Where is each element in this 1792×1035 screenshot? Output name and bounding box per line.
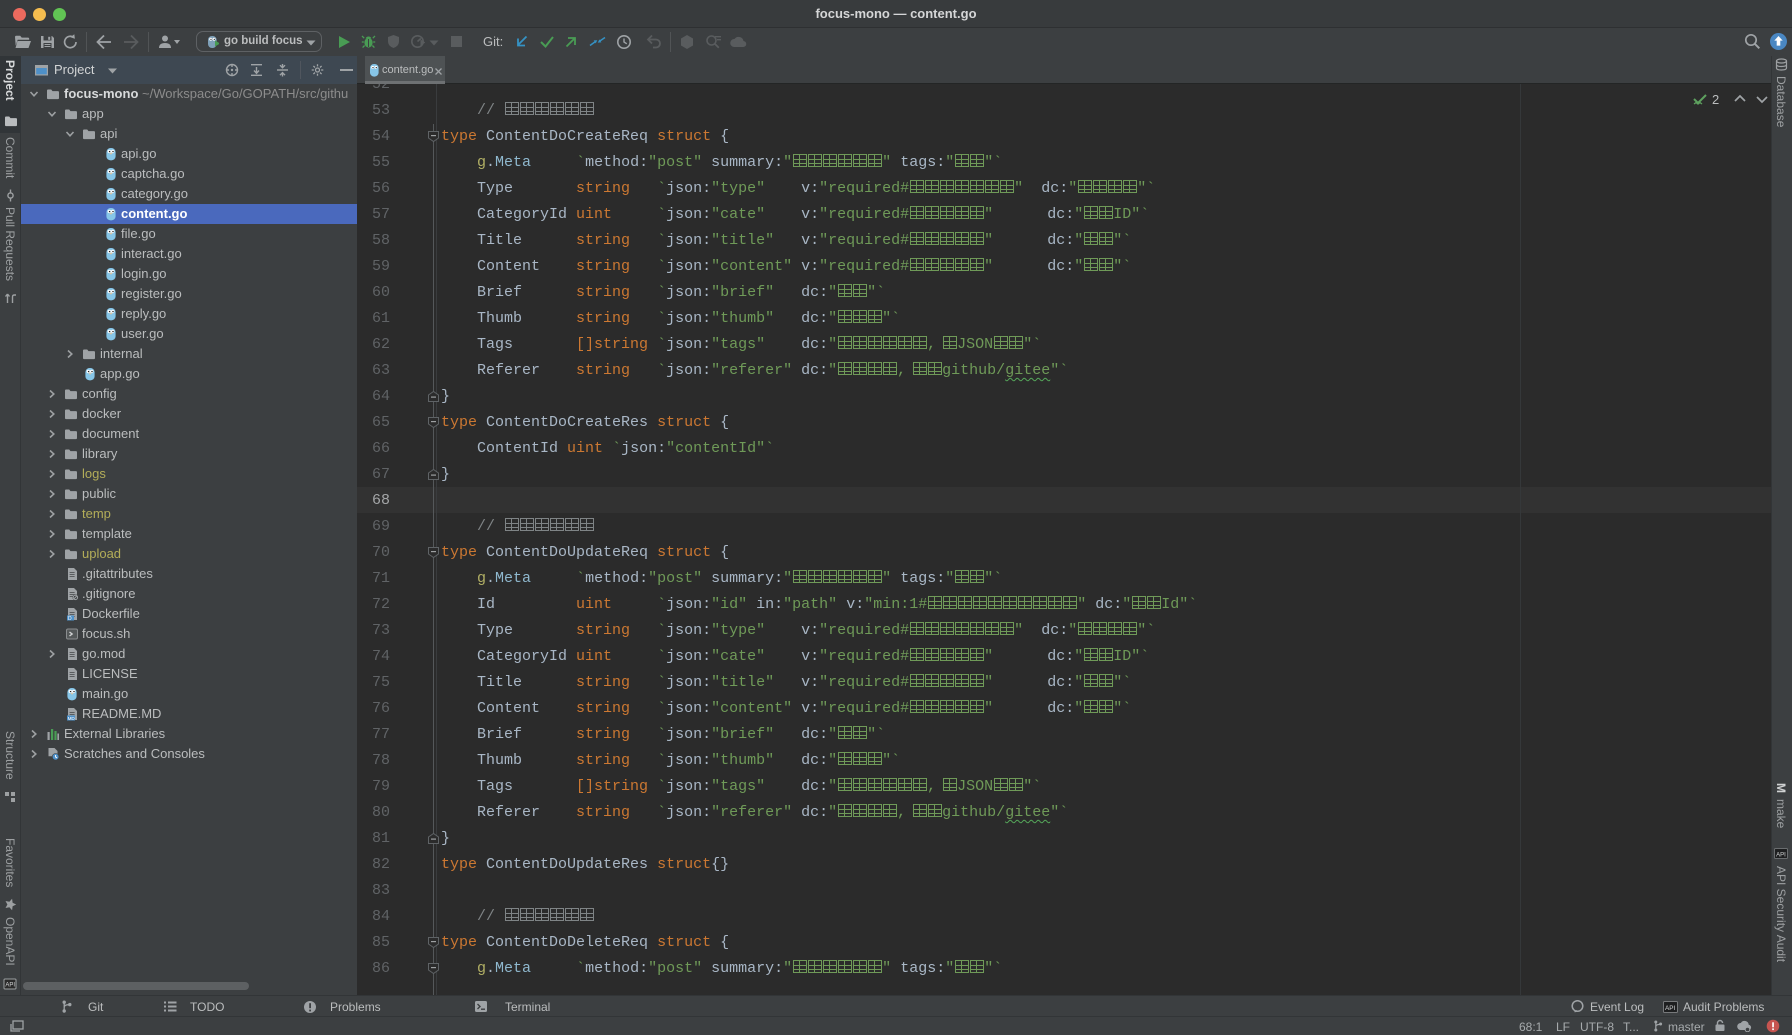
svg-text:MD: MD <box>68 716 76 721</box>
svg-text:API: API <box>1777 852 1787 858</box>
svg-text:API: API <box>1665 1005 1676 1012</box>
svg-text:D: D <box>68 616 72 621</box>
svg-text:API: API <box>6 982 16 988</box>
